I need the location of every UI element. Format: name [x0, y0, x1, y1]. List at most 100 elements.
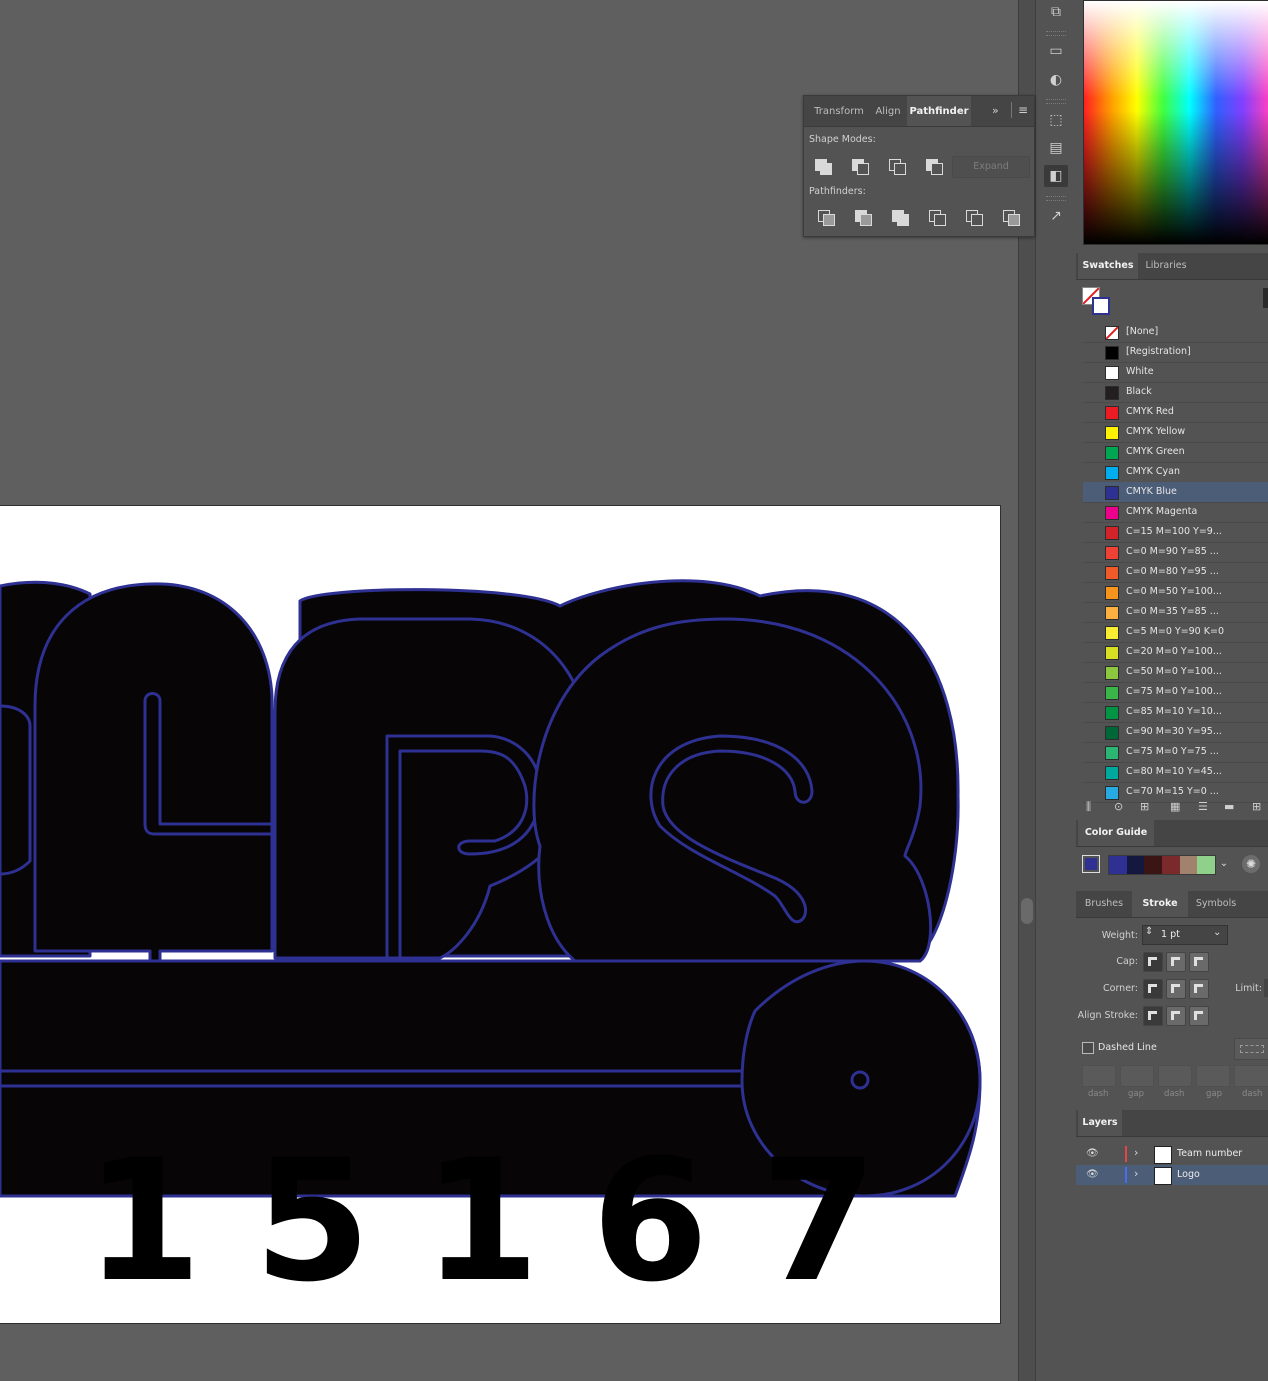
collapse-panel-icon[interactable]: » — [992, 104, 999, 117]
color-spectrum[interactable] — [1083, 0, 1268, 245]
swatch-chip[interactable] — [1105, 386, 1119, 400]
swatch-chip[interactable] — [1105, 486, 1119, 500]
swatch-chip[interactable] — [1105, 466, 1119, 480]
swatch-chip[interactable] — [1105, 586, 1119, 600]
intersect-button[interactable] — [888, 158, 906, 175]
align-outside-button[interactable] — [1189, 1006, 1209, 1026]
weight-stepper-icon[interactable]: ⇕ — [1145, 926, 1153, 937]
harmony-strip[interactable] — [1108, 855, 1216, 875]
swatch-chip[interactable] — [1105, 706, 1119, 720]
pathfinder-panel-icon[interactable]: ◧ — [1044, 165, 1068, 187]
swatch-chip[interactable] — [1105, 426, 1119, 440]
dash-field-1[interactable] — [1082, 1065, 1116, 1087]
bevel-join-button[interactable] — [1189, 979, 1209, 999]
swatch-chip[interactable] — [1105, 326, 1119, 340]
gradient-panel-icon[interactable]: ▭ — [1044, 40, 1068, 62]
swatch-options-icon[interactable]: ⊞ — [1140, 800, 1149, 813]
gap-field-2[interactable] — [1196, 1065, 1230, 1087]
projecting-cap-button[interactable] — [1189, 952, 1209, 972]
harmony-color[interactable] — [1109, 856, 1127, 874]
swatch-row[interactable]: White — [1083, 362, 1268, 383]
swatch-chip[interactable] — [1105, 526, 1119, 540]
dashed-line-checkbox[interactable] — [1082, 1042, 1094, 1054]
color-wheel-icon[interactable]: ✺ — [1242, 855, 1260, 873]
fill-stroke-indicator[interactable] — [1082, 287, 1110, 315]
tab-pathfinder[interactable]: Pathfinder — [907, 96, 971, 126]
tab-color-guide[interactable]: Color Guide — [1078, 820, 1154, 846]
minus-back-button[interactable] — [1002, 209, 1020, 226]
swatch-chip[interactable] — [1105, 666, 1119, 680]
scrollbar-thumb[interactable] — [1021, 898, 1033, 924]
expand-chevron-icon[interactable]: › — [1134, 1167, 1138, 1180]
layer-row[interactable]: 👁 › Logo — [1076, 1165, 1268, 1185]
swatch-chip[interactable] — [1105, 546, 1119, 560]
swatch-row[interactable]: C=0 M=50 Y=100... — [1083, 582, 1268, 603]
dock-gripper[interactable] — [1046, 196, 1066, 201]
swatch-row[interactable]: C=75 M=0 Y=75 ... — [1083, 742, 1268, 763]
dash-preset-button[interactable] — [1234, 1038, 1268, 1060]
tab-stroke[interactable]: Stroke — [1132, 891, 1188, 917]
butt-cap-button[interactable] — [1143, 952, 1163, 972]
stroke-color-icon[interactable] — [1092, 297, 1110, 315]
swatch-chip[interactable] — [1105, 686, 1119, 700]
swatch-chip[interactable] — [1105, 626, 1119, 640]
minus-front-button[interactable] — [851, 158, 869, 175]
visibility-eye-icon[interactable]: 👁 — [1086, 1169, 1099, 1180]
harmony-color[interactable] — [1197, 856, 1216, 874]
trim-button[interactable] — [854, 209, 872, 226]
dash-field-2[interactable] — [1158, 1065, 1192, 1087]
swatch-row[interactable]: C=5 M=0 Y=90 K=0 — [1083, 622, 1268, 643]
swatch-row[interactable]: [Registration] — [1083, 342, 1268, 363]
swatch-chip[interactable] — [1105, 566, 1119, 580]
visibility-eye-icon[interactable]: 👁 — [1086, 1148, 1099, 1159]
swatch-row[interactable]: C=0 M=35 Y=85 ... — [1083, 602, 1268, 623]
tab-transform[interactable]: Transform — [808, 96, 870, 126]
tab-layers[interactable]: Layers — [1078, 1110, 1122, 1136]
tab-align[interactable]: Align — [870, 96, 906, 126]
layer-name[interactable]: Logo — [1177, 1169, 1200, 1180]
harmony-color[interactable] — [1144, 856, 1163, 874]
swatch-chip[interactable] — [1105, 766, 1119, 780]
swatch-row[interactable]: C=0 M=90 Y=85 ... — [1083, 542, 1268, 563]
harmony-color[interactable] — [1179, 856, 1198, 874]
swatch-row[interactable]: CMYK Cyan — [1083, 462, 1268, 483]
dash-field-3[interactable] — [1234, 1065, 1268, 1087]
swatch-row[interactable]: C=20 M=0 Y=100... — [1083, 642, 1268, 663]
layer-name[interactable]: Team number — [1177, 1148, 1242, 1159]
show-kinds-icon[interactable]: ⊙ — [1114, 800, 1123, 813]
harmony-color[interactable] — [1126, 856, 1145, 874]
gap-field-1[interactable] — [1120, 1065, 1154, 1087]
transparency-panel-icon[interactable]: ◐ — [1044, 69, 1068, 91]
layer-row[interactable]: 👁 › Team number — [1076, 1144, 1268, 1164]
swatch-row[interactable]: [None] — [1083, 322, 1268, 343]
outline-button[interactable] — [965, 209, 983, 226]
swatch-chip[interactable] — [1105, 406, 1119, 420]
harmony-dropdown-icon[interactable]: ⌄ — [1215, 855, 1233, 873]
tab-swatches[interactable]: Swatches — [1078, 253, 1138, 279]
swatch-chip[interactable] — [1105, 446, 1119, 460]
swatch-row[interactable]: C=75 M=0 Y=100... — [1083, 682, 1268, 703]
base-color-swatch[interactable] — [1082, 855, 1100, 873]
swatch-row[interactable]: CMYK Green — [1083, 442, 1268, 463]
weight-value[interactable]: 1 pt — [1161, 929, 1180, 940]
swatch-row[interactable]: C=80 M=10 Y=45... — [1083, 762, 1268, 783]
swatch-row[interactable]: Black — [1083, 382, 1268, 403]
color-group-icon[interactable]: ▦ — [1170, 800, 1180, 813]
swatch-row[interactable]: C=90 M=30 Y=95... — [1083, 722, 1268, 743]
swatch-row[interactable]: CMYK Red — [1083, 402, 1268, 423]
unite-button[interactable] — [814, 158, 832, 175]
new-folder-icon[interactable]: ▬ — [1224, 800, 1234, 813]
swatch-row[interactable]: C=50 M=0 Y=100... — [1083, 662, 1268, 683]
miter-join-button[interactable] — [1143, 979, 1163, 999]
expand-button[interactable]: Expand — [952, 156, 1030, 178]
logo-artwork[interactable]: 15167 — [0, 506, 1000, 1323]
swatch-chip[interactable] — [1105, 726, 1119, 740]
swatch-chip[interactable] — [1105, 606, 1119, 620]
weight-dropdown-icon[interactable]: ⌄ — [1213, 927, 1221, 938]
swatch-libraries-icon[interactable]: ⫼ — [1086, 800, 1091, 814]
align-inside-button[interactable] — [1166, 1006, 1186, 1026]
export-icon[interactable]: ↗ — [1044, 205, 1068, 227]
transform-icon[interactable]: ⬚ — [1044, 109, 1068, 131]
crop-button[interactable] — [928, 209, 946, 226]
tab-symbols[interactable]: Symbols — [1190, 891, 1242, 917]
